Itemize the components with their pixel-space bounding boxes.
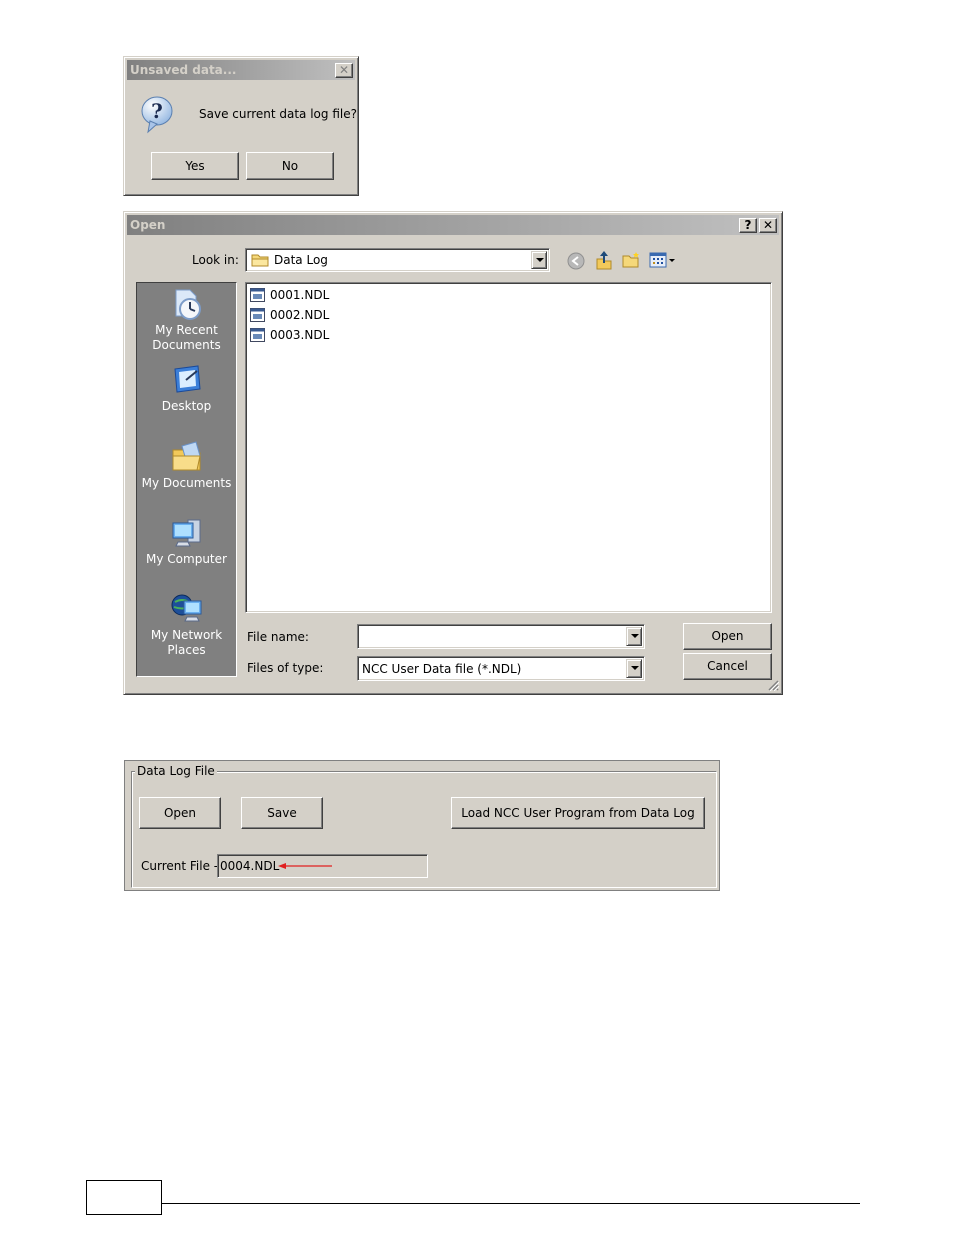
files-of-type-label: Files of type: <box>247 661 324 675</box>
unsaved-data-dialog: Unsaved data... ✕ ? Save current data lo… <box>123 56 359 196</box>
place-my-documents[interactable]: My Documents <box>137 440 236 491</box>
cancel-button-label: Cancel <box>707 659 748 673</box>
open-dialog-titlebar[interactable]: Open ? ✕ <box>127 215 779 235</box>
place-desktop[interactable]: Desktop <box>137 363 236 414</box>
data-file-icon <box>250 328 265 342</box>
resize-grip-icon[interactable] <box>767 679 779 691</box>
place-label: Desktop <box>161 399 212 413</box>
places-bar: My Recent Documents Desktop My Documents <box>136 282 237 677</box>
file-item[interactable]: 0002.NDL <box>250 306 329 324</box>
look-in-dropdown-arrow[interactable] <box>531 251 547 269</box>
file-name: 0002.NDL <box>270 308 330 322</box>
file-name-dropdown-arrow[interactable] <box>626 627 642 646</box>
files-of-type-select[interactable]: NCC User Data file (*.NDL) <box>357 656 645 681</box>
file-name: 0001.NDL <box>270 288 330 302</box>
unsaved-dialog-message: Save current data log file? <box>199 107 357 121</box>
look-in-value: Data Log <box>274 253 328 267</box>
close-icon: ✕ <box>338 63 350 77</box>
close-icon: ✕ <box>762 218 774 232</box>
unsaved-dialog-title: Unsaved data... <box>130 63 237 77</box>
place-my-computer[interactable]: My Computer <box>137 516 236 567</box>
data-log-file-panel: Data Log File Open Save Load NCC User Pr… <box>124 760 720 891</box>
current-file-label: Current File - <box>141 859 219 873</box>
close-button[interactable]: ✕ <box>759 218 777 233</box>
question-icon: ? <box>141 96 173 134</box>
desktop-icon <box>173 365 201 393</box>
network-places-icon <box>171 594 201 622</box>
yes-label: Yes <box>185 159 205 173</box>
file-item[interactable]: 0003.NDL <box>250 326 329 344</box>
new-folder-icon[interactable] <box>621 251 641 269</box>
data-file-icon <box>250 288 265 302</box>
my-documents-icon <box>172 441 201 471</box>
load-user-program-label: Load NCC User Program from Data Log <box>461 806 695 820</box>
look-in-dropdown[interactable]: Data Log <box>245 248 550 272</box>
view-menu-icon[interactable] <box>649 252 677 268</box>
file-name-label: File name: <box>247 630 309 644</box>
back-icon[interactable] <box>567 252 585 270</box>
place-label: My Recent Documents <box>152 323 221 352</box>
group-title: Data Log File <box>135 764 217 778</box>
look-in-label: Look in: <box>192 253 239 267</box>
current-file-value: 0004.NDL <box>220 859 280 873</box>
open-log-label: Open <box>163 806 197 820</box>
save-log-label: Save <box>267 806 297 820</box>
red-arrow-icon <box>278 863 332 869</box>
recent-documents-icon <box>175 289 201 320</box>
no-button[interactable]: No <box>246 152 334 180</box>
file-name-input[interactable] <box>357 624 645 649</box>
page-number-box <box>86 1180 162 1215</box>
open-dialog-title: Open <box>130 218 166 232</box>
cancel-button[interactable]: Cancel <box>683 653 772 680</box>
place-my-recent-documents[interactable]: My Recent Documents <box>137 287 236 353</box>
folder-icon <box>251 254 269 267</box>
file-list[interactable]: 0001.NDL 0002.NDL 0003.NDL <box>245 282 772 613</box>
place-my-network-places[interactable]: My Network Places <box>137 592 236 658</box>
open-button[interactable]: Open <box>683 623 772 650</box>
open-button-label: Open <box>711 629 744 643</box>
data-file-icon <box>250 308 265 322</box>
help-icon: ? <box>744 218 752 232</box>
file-item[interactable]: 0001.NDL <box>250 286 329 304</box>
close-button[interactable]: ✕ <box>335 63 353 78</box>
my-computer-icon <box>172 519 200 547</box>
place-label: My Computer <box>146 552 227 566</box>
yes-button[interactable]: Yes <box>151 152 239 180</box>
help-button[interactable]: ? <box>739 218 757 233</box>
unsaved-dialog-titlebar[interactable]: Unsaved data... ✕ <box>127 60 355 80</box>
open-log-button[interactable]: Open <box>139 797 221 829</box>
load-user-program-button[interactable]: Load NCC User Program from Data Log <box>451 797 705 829</box>
up-folder-icon[interactable] <box>594 249 614 271</box>
files-of-type-value: NCC User Data file (*.NDL) <box>362 662 522 676</box>
files-of-type-dropdown-arrow[interactable] <box>626 659 642 678</box>
current-file-field: 0004.NDL <box>217 854 428 878</box>
svg-text:?: ? <box>151 99 163 123</box>
footer-rule <box>162 1203 860 1204</box>
place-label: My Network Places <box>150 628 223 657</box>
file-name: 0003.NDL <box>270 328 330 342</box>
no-label: No <box>281 159 299 173</box>
save-log-button[interactable]: Save <box>241 797 323 829</box>
place-label: My Documents <box>141 476 232 490</box>
open-dialog: Open ? ✕ Look in: Data Log My Recent Doc… <box>123 211 783 695</box>
